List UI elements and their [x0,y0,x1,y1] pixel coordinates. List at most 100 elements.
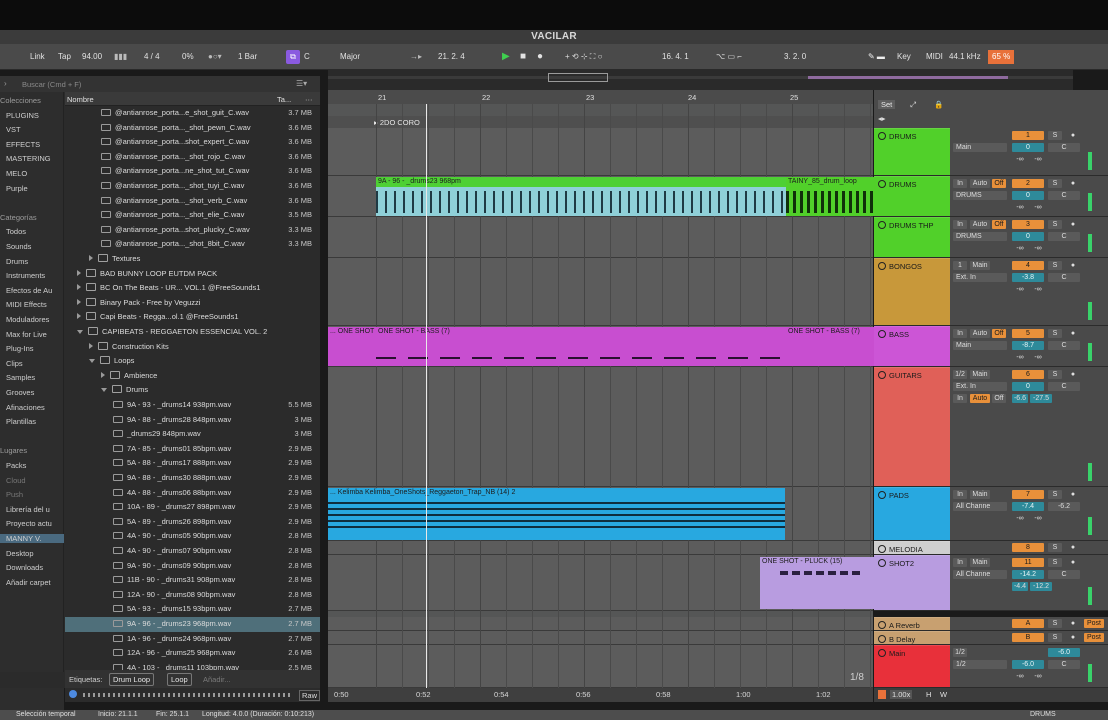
input-routing-select[interactable]: DRUMS [953,191,1007,200]
file-row[interactable]: CAPIBEATS - REGGAETON ESSENCIAL VOL. 2 [65,325,320,340]
file-row[interactable]: _drums29 848pm.wav 3 MB [65,427,320,442]
category-item-2[interactable]: Drums [6,257,28,266]
grid-zoom-label[interactable]: 1/8 [850,672,864,683]
track-header[interactable]: DRUMS [874,128,950,176]
collection-item-2[interactable]: EFFECTS [6,140,40,149]
category-item-1[interactable]: Sounds [6,242,31,251]
file-row[interactable]: 9A - 93 - _drums14 938pm.wav 5.5 MB [65,398,320,413]
track-activator-number[interactable]: 11 [1012,558,1044,567]
arm-record-icon[interactable]: ● [1066,490,1080,499]
input-routing-select[interactable]: Main [953,341,1007,350]
scale-mode-icon[interactable]: ⧉ [286,50,300,64]
input-routing-select[interactable]: 1/2 [953,660,1007,669]
volume-field[interactable]: -7.4 [1012,502,1044,511]
midi-map-button[interactable]: MIDI [926,50,943,64]
tap-button[interactable]: Tap [58,50,71,64]
place-item-2[interactable]: Push [6,490,23,499]
track-header[interactable]: BASS [874,326,950,367]
follow-arrow-icon[interactable]: →▸ [410,50,422,64]
disclosure-triangle-icon[interactable] [77,330,83,334]
monitor-in-button[interactable]: In [953,329,967,338]
file-row[interactable]: @antianrose_porta..._shot_rojo_C.wav 3.6 … [65,150,320,165]
file-row[interactable]: @antianrose_porta...shot_plucky_C.wav 3.3… [65,223,320,238]
link-button[interactable]: Link [30,50,45,64]
monitor-off-button[interactable]: Off [992,179,1006,188]
volume-field[interactable]: 0 [1012,232,1044,241]
pan-field[interactable]: C [1048,570,1080,579]
track-header[interactable]: SHOT2 [874,555,950,611]
metronome-bars-icon[interactable]: ▮▮▮ [114,50,127,64]
clip-bass-a[interactable]: ... ONE SHOT [328,327,376,366]
monitor-in-button[interactable]: In [953,220,967,229]
track-activator-number[interactable]: 6 [1012,370,1044,379]
automation-arm-icons[interactable]: + ⟲ ⊹ ⛶ ○ [565,50,602,64]
loop-switch-icons[interactable]: ⌥ ▭ ⌐ [716,50,742,64]
file-row[interactable]: @antianrose_porta...e_shot_guit_C.wav 3.7… [65,106,320,121]
post-button[interactable]: Post [1084,633,1104,642]
track-activator-number[interactable]: 5 [1012,329,1044,338]
track-activator-icon[interactable] [878,330,886,338]
solo-button[interactable]: S [1048,558,1062,567]
pan-field[interactable]: C [1048,143,1080,152]
clip-drums-a[interactable]: 9A - 96 - _drums23 968pm [376,177,786,216]
monitor-in-button[interactable]: In [953,179,967,188]
place-item-5[interactable]: MANNY V. [0,534,64,543]
volume-field[interactable]: -14.2 [1012,570,1044,579]
play-icon[interactable]: ▶ [502,50,510,64]
file-row[interactable]: Capi Beats - Regga...ol.1 @FreeSounds1 [65,310,320,325]
track-activator-number[interactable]: 2 [1012,179,1044,188]
send-a-field[interactable]: -6.6 [1012,394,1028,403]
file-row[interactable]: @antianrose_porta..._shot_pewn_C.wav 3.6 … [65,121,320,136]
solo-button[interactable]: S [1048,543,1062,552]
arm-record-icon[interactable]: ● [1066,619,1080,628]
track-header[interactable]: B Delay [874,631,950,645]
volume-field[interactable]: -6.0 [1012,660,1044,669]
volume-field[interactable]: -3.8 [1012,273,1044,282]
draw-mode-icon[interactable]: ✎ ▬ [868,50,885,64]
scale-select[interactable]: Major [340,50,360,64]
output-select[interactable]: Main [970,370,990,379]
collection-item-5[interactable]: Purple [6,184,28,193]
time-ruler[interactable] [328,688,873,702]
file-row[interactable]: 12A - 96 - _drums25 968pm.wav 2.6 MB [65,646,320,661]
input-routing-select[interactable]: All Channe [953,570,1007,579]
output-select[interactable]: Main [970,558,990,567]
category-item-6[interactable]: Moduladores [6,315,49,324]
pan-field[interactable]: C [1048,232,1080,241]
track-activator-icon[interactable] [878,221,886,229]
file-row[interactable]: 12A - 90 - _drums08 90bpm.wav 2.8 MB [65,588,320,603]
h-button[interactable]: H [926,690,931,699]
loop-start-field[interactable]: 16. 4. 1 [662,50,689,64]
track-activator-icon[interactable] [878,491,886,499]
arm-record-icon[interactable]: ● [1066,370,1080,379]
output-select[interactable]: Main [970,261,990,270]
track-activator-number[interactable]: A [1012,619,1044,628]
preview-play-icon[interactable] [69,690,77,698]
file-row[interactable]: 10A - 89 - _drums27 898pm.wav 2.9 MB [65,500,320,515]
track-activator-number[interactable]: 3 [1012,220,1044,229]
solo-button[interactable]: S [1048,490,1062,499]
monitor-in-button[interactable]: 1/2 [953,370,967,379]
collection-item-4[interactable]: MELO [6,169,27,178]
track-activator-number[interactable]: 4 [1012,261,1044,270]
track-header[interactable]: DRUMS THP [874,217,950,258]
file-row[interactable]: Ambience [65,369,320,384]
expand-icon[interactable]: ⤢ [910,100,916,110]
place-item-4[interactable]: Proyecto actu [6,519,52,528]
category-item-4[interactable]: Efectos de Au [6,286,52,295]
browser-search-input[interactable]: Buscar (Cmd + F) [22,80,81,89]
arm-record-icon[interactable]: ● [1066,179,1080,188]
raw-button[interactable]: Raw [299,690,321,701]
tag-drum-loop[interactable]: Drum Loop [109,673,155,686]
monitor-off-button[interactable]: Off [992,220,1006,229]
input-routing-select[interactable]: All Channe [953,502,1007,511]
file-row[interactable]: Construction Kits [65,340,320,355]
file-row[interactable]: 7A - 85 - _drums01 85bpm.wav 2.9 MB [65,442,320,457]
category-item-11[interactable]: Grooves [6,388,34,397]
solo-button[interactable]: S [1048,370,1062,379]
arm-record-icon[interactable]: ● [1066,220,1080,229]
place-item-3[interactable]: Librería del u [6,505,50,514]
solo-button[interactable]: S [1048,619,1062,628]
track-activator-icon[interactable] [878,180,886,188]
track-header[interactable]: Main [874,645,950,688]
